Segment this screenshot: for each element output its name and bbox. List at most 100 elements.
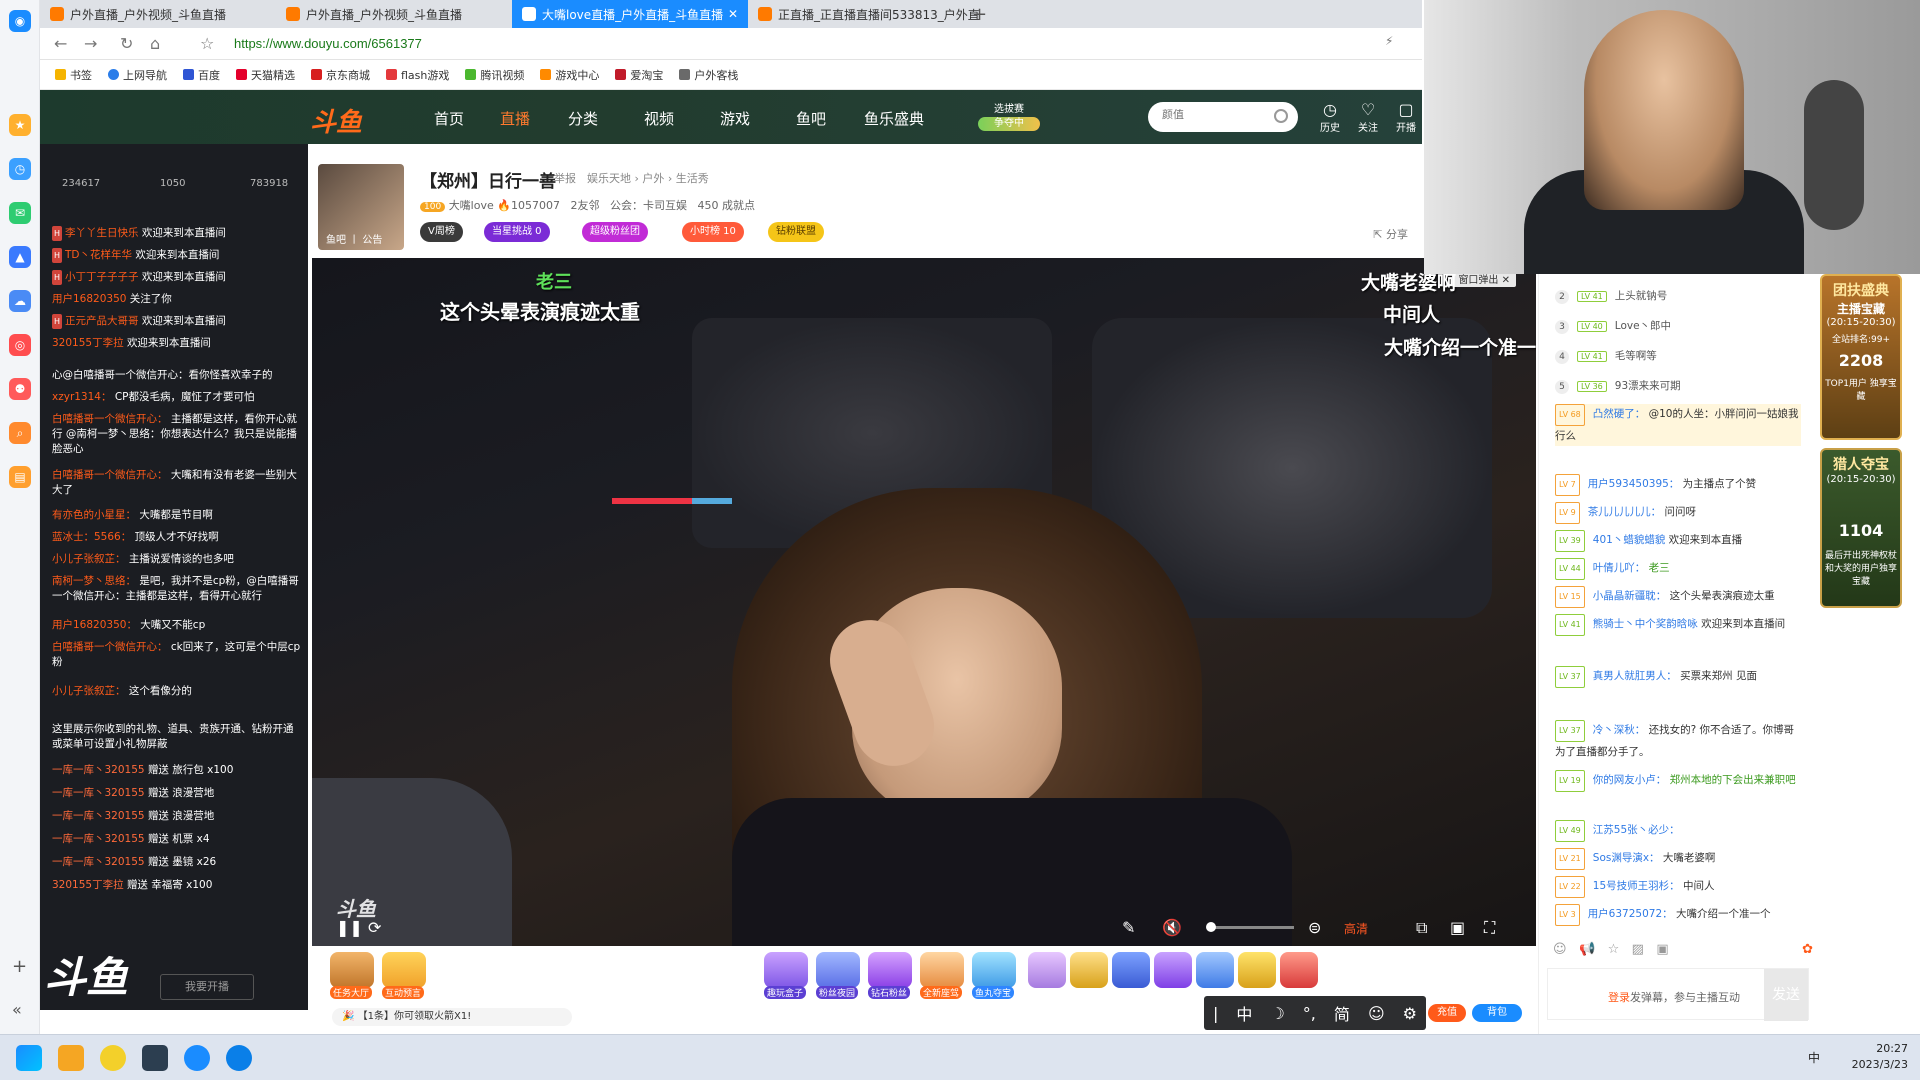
prediction-button[interactable] [382, 952, 426, 988]
browser-taskbar-icon[interactable] [226, 1045, 252, 1071]
bookmark-item[interactable]: 上网导航 [108, 67, 167, 83]
nav-home[interactable]: 首页 [434, 108, 464, 129]
login-prompt[interactable]: 登录发弹幕，参与主播互动 [1608, 989, 1740, 1005]
cloud-icon[interactable]: ☁ [9, 290, 31, 312]
pause-icon[interactable]: ❚❚ [336, 918, 363, 937]
anchor-avatar[interactable]: 鱼吧 丨 公告 [318, 164, 404, 250]
task-hall-button[interactable] [330, 952, 374, 988]
volume-slider[interactable] [1210, 926, 1294, 929]
nav-category[interactable]: 分类 [568, 108, 598, 129]
bookmark-item[interactable]: 京东商城 [311, 67, 370, 83]
guild-notice[interactable]: 公会：卡司互娱 [610, 199, 687, 212]
gift-item[interactable] [1238, 952, 1276, 988]
rocket-gift-icon[interactable] [1112, 952, 1150, 988]
bookmark-item[interactable]: flash游戏 [386, 67, 449, 83]
bookmark-item[interactable]: 天猫精选 [236, 67, 295, 83]
search-icon[interactable] [1274, 109, 1288, 123]
emoji-icon[interactable]: ☺ [1368, 1004, 1385, 1023]
home-icon[interactable]: ⌂ [150, 34, 160, 53]
bookmark-star-icon[interactable]: ☆ [200, 34, 214, 53]
muted-volume-icon[interactable]: 🔇 [1162, 918, 1182, 937]
badge-icon[interactable]: ☆ [1608, 942, 1620, 957]
bookmark-item[interactable]: 腾讯视频 [465, 67, 524, 83]
nav-game[interactable]: 游戏 [720, 108, 750, 129]
reload-icon[interactable]: ↻ [120, 34, 133, 53]
gift-item[interactable] [1280, 952, 1318, 988]
report-link[interactable]: 举报 [554, 170, 576, 186]
weibo-icon[interactable]: ◎ [9, 334, 31, 356]
app-icon[interactable] [100, 1045, 126, 1071]
browser-tab[interactable]: 户外直播_户外视频_斗鱼直播 [40, 0, 276, 28]
clock[interactable]: 20:27 2023/3/23 [1852, 1041, 1908, 1073]
nav-yuba[interactable]: 鱼吧 [796, 108, 826, 129]
rank-row[interactable]: 5 LV 36 93漂来来可期 [1555, 378, 1795, 394]
gift-item[interactable] [1028, 952, 1066, 988]
anchor-name[interactable]: 大嘴love [449, 199, 494, 212]
gift-item[interactable] [1070, 952, 1108, 988]
follow-button[interactable]: ♡ 关注 [1358, 100, 1378, 134]
diamond-fan-button[interactable]: 钻粉联盟 [768, 222, 824, 242]
car-button[interactable] [920, 952, 964, 988]
ime-toolbar[interactable]: | 中 ☽ °, 简 ☺ ⚙ [1204, 996, 1426, 1030]
explorer-icon[interactable] [58, 1045, 84, 1071]
app-icon[interactable] [142, 1045, 168, 1071]
rank-row[interactable]: 3 LV 40 Love丶郎中 [1555, 318, 1795, 334]
rank-row[interactable]: 4 LV 41 毛等啊等 [1555, 348, 1795, 364]
nav-video[interactable]: 视频 [644, 108, 674, 129]
super-fan-button[interactable]: 超级粉丝团 [582, 222, 648, 242]
search-input[interactable] [1162, 109, 1272, 121]
share-button[interactable]: ⇱ 分享 [1373, 226, 1408, 242]
fun-box-button[interactable] [764, 952, 808, 988]
browser-tab[interactable]: 户外直播_户外视频_斗鱼直播 [276, 0, 512, 28]
image-icon[interactable]: ▨ [1632, 942, 1644, 957]
bag-icon[interactable]: ▣ [1656, 942, 1668, 957]
close-tab-icon[interactable]: ✕ [728, 7, 738, 21]
url-field[interactable]: https://www.douyu.com/6561377 [234, 36, 422, 51]
search-tool-icon[interactable]: ⌕ [9, 422, 31, 444]
diamond-fan-gift-button[interactable] [868, 952, 912, 988]
fullscreen-icon[interactable]: ⛶ [1484, 918, 1495, 938]
new-tab-button[interactable]: + [972, 4, 987, 25]
quality-selector[interactable]: 高清 [1344, 920, 1368, 937]
emoji-icon[interactable]: ☺ [1553, 942, 1567, 957]
back-icon[interactable]: ← [54, 34, 67, 53]
theater-mode-icon[interactable]: ▣ [1450, 918, 1465, 937]
history-button[interactable]: ◷ 历史 [1320, 100, 1340, 134]
start-stream-button[interactable]: ▢ 开播 [1396, 100, 1416, 134]
treasure-banner[interactable]: 团扶盛典 主播宝藏 (20:15-20:30) 全站排名:99+ 2208 TO… [1820, 274, 1902, 440]
event-badge[interactable]: 选拔赛 争夺中 [973, 100, 1045, 134]
app-icon[interactable] [184, 1045, 210, 1071]
browser-logo-icon[interactable]: ◉ [9, 10, 31, 32]
folder-icon[interactable]: ▤ [9, 466, 31, 488]
avatar-tag[interactable]: 鱼吧 丨 公告 [326, 231, 382, 246]
bookmark-item[interactable]: 百度 [183, 67, 220, 83]
weekly-rank-button[interactable]: V周榜 [420, 222, 463, 242]
star-icon[interactable]: ★ [9, 114, 31, 136]
bag-button[interactable]: 背包 [1472, 1004, 1522, 1022]
flash-icon[interactable]: ⚡ [1385, 34, 1393, 48]
ime-simplified[interactable]: 简 [1334, 1001, 1350, 1025]
clock-icon[interactable]: ◷ [9, 158, 31, 180]
danmaku-input[interactable]: 登录发弹幕，参与主播互动 发送 [1547, 968, 1809, 1021]
refresh-icon[interactable]: ⟳ [368, 918, 381, 937]
hunter-banner[interactable]: 猎人夺宝 (20:15-20:30) 1104 最后开出死神权杖和大奖的用户独享… [1820, 448, 1902, 608]
hourly-rank-button[interactable]: 小时榜 10 [682, 222, 744, 242]
browser-tab[interactable]: 正直播_正直播直播间533813_户外直 [748, 0, 984, 28]
settings-gear-icon[interactable]: ⚙ [1403, 1004, 1417, 1023]
picture-in-picture-icon[interactable]: ⧉ [1416, 918, 1427, 938]
search-box[interactable] [1148, 102, 1298, 132]
ime-chinese[interactable]: 中 [1236, 1001, 1252, 1025]
gift-icon[interactable]: ✿ [1802, 942, 1813, 957]
collapse-icon[interactable]: « [12, 1000, 22, 1019]
forward-icon[interactable]: → [84, 34, 97, 53]
edit-danmaku-icon[interactable]: ✎ [1122, 918, 1135, 937]
bookmark-item[interactable]: 户外客栈 [679, 67, 738, 83]
nav-live[interactable]: 直播 [500, 108, 530, 129]
game-icon[interactable]: ▲ [9, 246, 31, 268]
rank-row[interactable]: 2 LV 41 上头就钠号 [1555, 288, 1795, 304]
horn-icon[interactable]: 📢 [1579, 942, 1595, 957]
browser-tab-active[interactable]: 大嘴love直播_户外直播_斗鱼直播 ✕ [512, 0, 748, 28]
friends-count[interactable]: 2友邻 [570, 199, 599, 212]
fishball-treasure-button[interactable] [972, 952, 1016, 988]
danmaku-toggle-icon[interactable]: ⊜ [1308, 918, 1321, 937]
